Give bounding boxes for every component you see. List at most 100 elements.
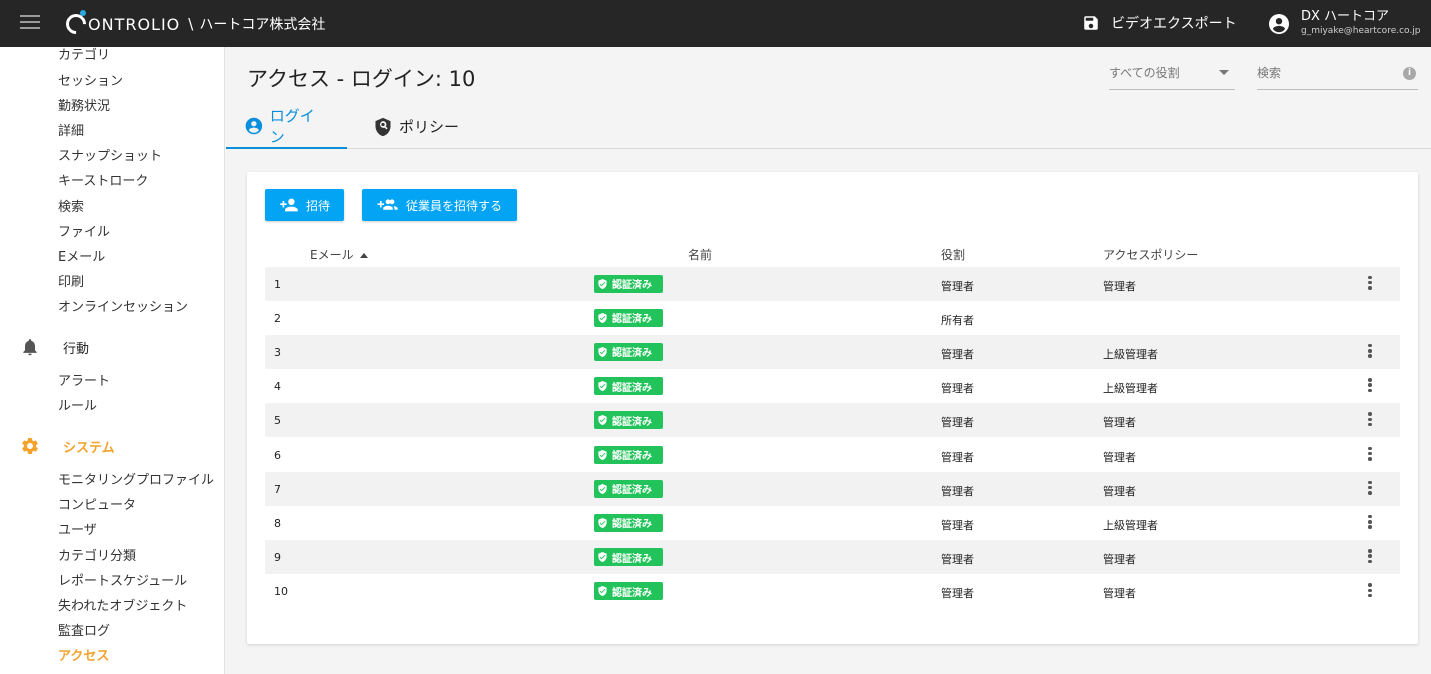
sidebar-item-alert[interactable]: アラート	[58, 370, 110, 389]
column-header-access-policy[interactable]: アクセスポリシー	[1103, 246, 1198, 263]
row-number: 7	[274, 482, 281, 496]
sidebar: カテゴリ セッション 勤務状況 詳細 スナップショット キーストローク 検索 フ…	[0, 47, 225, 674]
sidebar-item-lost-objects[interactable]: 失われたオブジェクト	[58, 595, 187, 614]
row-role: 管理者	[941, 587, 974, 601]
invite-button[interactable]: 招待	[265, 189, 344, 221]
verified-shield-icon	[598, 278, 607, 289]
verified-badge-label: 認証済み	[612, 587, 652, 599]
sidebar-item-report-schedule[interactable]: レポートスケジュール	[58, 570, 187, 589]
table-row[interactable]: 10 認証済み 管理者 管理者	[265, 574, 1400, 608]
sidebar-item-computer[interactable]: コンピュータ	[58, 494, 136, 513]
sidebar-item-search[interactable]: 検索	[58, 196, 84, 215]
sidebar-item-monitoring-profile[interactable]: モニタリングプロファイル	[58, 469, 214, 488]
row-number: 4	[274, 380, 281, 394]
info-icon[interactable]: i	[1403, 67, 1416, 80]
user-menu[interactable]: DX ハートコア g_miyake@heartcore.co.jp	[1267, 10, 1420, 38]
table-row[interactable]: 7 認証済み 管理者 管理者	[265, 471, 1400, 506]
sidebar-section-system-label: システム	[63, 440, 115, 456]
sidebar-item-online-session[interactable]: オンラインセッション	[58, 296, 188, 315]
table-row[interactable]: 5 認証済み 管理者 管理者	[265, 403, 1400, 438]
more-vert-icon[interactable]	[1365, 583, 1375, 599]
verified-badge: 認証済み	[594, 479, 663, 498]
sort-ascending-icon	[359, 253, 368, 258]
tab-login-label: ログイン	[269, 106, 315, 146]
verified-badge-label: 認証済み	[612, 416, 652, 428]
invite-employee-button-label: 従業員を招待する	[405, 198, 502, 213]
row-role: 管理者	[941, 484, 974, 498]
search-placeholder: 検索	[1257, 66, 1282, 80]
hamburger-menu-icon[interactable]	[20, 15, 40, 31]
sidebar-item-email[interactable]: Eメール	[58, 246, 105, 265]
logo-separator: \	[188, 15, 194, 33]
verified-badge-label: 認証済み	[612, 451, 652, 462]
more-vert-icon[interactable]	[1365, 480, 1375, 497]
sidebar-item-snapshot[interactable]: スナップショット	[58, 145, 162, 164]
sidebar-item-category-classification[interactable]: カテゴリ分類	[58, 545, 136, 564]
sidebar-item-access[interactable]: アクセス	[58, 645, 109, 664]
table-row[interactable]: 1 認証済み 管理者 管理者	[265, 266, 1400, 301]
more-vert-icon[interactable]	[1365, 378, 1375, 394]
more-vert-icon[interactable]	[1365, 514, 1375, 531]
video-export-label: ビデオエクスポート	[1111, 16, 1237, 32]
invite-employee-button[interactable]: 従業員を招待する	[362, 189, 517, 221]
more-vert-icon[interactable]	[1365, 343, 1375, 360]
app-logo[interactable]: ONTROLIO \ ハートコア株式会社	[61, 9, 325, 39]
verified-badge-label: 認証済み	[612, 348, 652, 360]
table-row[interactable]: 4 認証済み 管理者 上級管理者	[265, 369, 1400, 403]
row-access-policy: 管理者	[1103, 484, 1136, 498]
verified-shield-icon	[598, 346, 607, 357]
row-number: 2	[274, 311, 281, 325]
video-export-button[interactable]: ビデオエクスポート	[1082, 13, 1237, 33]
column-header-role[interactable]: 役割	[941, 246, 965, 263]
role-filter-select[interactable]: すべての役割	[1109, 64, 1235, 90]
verified-badge-label: 認証済み	[612, 382, 652, 394]
column-header-name[interactable]: 名前	[688, 246, 712, 263]
column-header-email[interactable]: Eメール	[310, 246, 368, 263]
sidebar-item-category[interactable]: カテゴリ	[58, 47, 110, 63]
more-vert-icon[interactable]	[1365, 549, 1375, 565]
row-role: 所有者	[941, 313, 974, 327]
more-vert-icon[interactable]	[1365, 275, 1375, 292]
logins-card: 招待 従業員を招待する Eメール 名前 役割 アクセスポリシー 1 認証済み 管理者…	[247, 172, 1418, 644]
table-row[interactable]: 6 認証済み 管理者 管理者	[265, 438, 1400, 472]
person-add-icon	[280, 198, 298, 212]
row-number: 6	[274, 448, 281, 462]
verified-badge-label: 認証済み	[612, 519, 652, 531]
logo-text: ONTROLIO	[88, 14, 181, 34]
row-number: 1	[274, 277, 281, 291]
sidebar-item-rule[interactable]: ルール	[58, 395, 97, 414]
sidebar-item-keystroke[interactable]: キーストローク	[58, 170, 148, 189]
row-access-policy: 管理者	[1103, 587, 1136, 601]
verified-badge: 認証済み	[594, 411, 663, 430]
more-vert-icon[interactable]	[1365, 446, 1375, 463]
sidebar-item-details[interactable]: 詳細	[58, 120, 84, 139]
verified-badge: 認証済み	[594, 582, 663, 601]
more-vert-icon[interactable]	[1365, 412, 1375, 428]
sidebar-item-audit-log[interactable]: 監査ログ	[58, 620, 110, 639]
table-row[interactable]: 9 認証済み 管理者 管理者	[265, 540, 1400, 575]
search-input[interactable]: 検索 i	[1257, 64, 1418, 90]
sidebar-item-user[interactable]: ユーザ	[58, 519, 97, 538]
row-number: 3	[274, 345, 281, 359]
sidebar-item-print[interactable]: 印刷	[58, 271, 84, 290]
invite-button-label: 招待	[305, 198, 330, 213]
row-number: 5	[274, 414, 281, 428]
sidebar-section-system[interactable]: システム	[20, 436, 115, 456]
sidebar-item-session[interactable]: セッション	[58, 70, 123, 89]
sidebar-section-behavior[interactable]: 行動	[20, 337, 89, 357]
tab-policy[interactable]: ポリシー	[355, 104, 477, 149]
top-bar: ONTROLIO \ ハートコア株式会社 ビデオエクスポート DX ハートコア …	[0, 0, 1431, 47]
user-email: g_miyake@heartcore.co.jp	[1301, 26, 1421, 36]
sidebar-item-attendance[interactable]: 勤務状況	[58, 95, 110, 114]
row-access-policy: 管理者	[1103, 279, 1136, 293]
sidebar-item-file[interactable]: ファイル	[58, 221, 110, 240]
verified-badge: 認証済み	[594, 548, 663, 567]
row-access-policy: 管理者	[1103, 450, 1136, 464]
table-row[interactable]: 2 認証済み 所有者	[265, 301, 1400, 335]
table-row[interactable]: 3 認証済み 管理者 上級管理者	[265, 334, 1400, 369]
role-filter-value: すべての役割	[1109, 66, 1180, 80]
table-row[interactable]: 8 認証済み 管理者 上級管理者	[265, 506, 1400, 540]
verified-shield-icon	[598, 586, 607, 597]
tab-login[interactable]: ログイン	[226, 104, 347, 149]
page-title: アクセス - ログイン: 10	[247, 67, 476, 91]
